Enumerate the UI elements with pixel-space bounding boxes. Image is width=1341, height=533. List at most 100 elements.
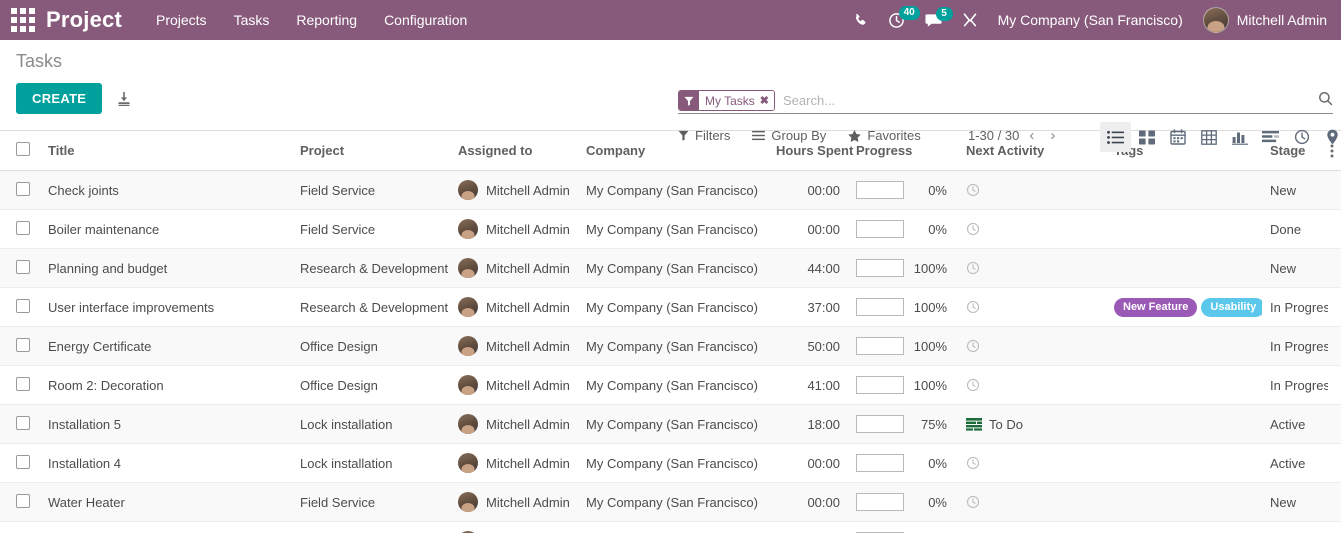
- view-button-list[interactable]: [1100, 122, 1131, 152]
- table-row[interactable]: Boiler maintenance Field Service Mitchel…: [0, 209, 1341, 249]
- import-button[interactable]: [116, 91, 132, 107]
- pager-previous-button[interactable]: ‹: [1023, 128, 1040, 143]
- table-row[interactable]: Planning and budget Research & Developme…: [0, 248, 1341, 288]
- cell-assigned-to: Mitchell Admin: [450, 482, 578, 522]
- filter-funnel-icon: [678, 130, 689, 141]
- app-brand-title[interactable]: Project: [46, 7, 122, 33]
- checkbox-icon[interactable]: [16, 220, 30, 235]
- next-activity-cell[interactable]: [966, 183, 1098, 197]
- checkbox-icon[interactable]: [16, 259, 30, 274]
- progress-bar: [856, 454, 904, 472]
- checkbox-icon[interactable]: [16, 493, 30, 508]
- column-header-project[interactable]: Project: [292, 131, 450, 171]
- next-activity-cell[interactable]: To Do: [966, 417, 1098, 432]
- user-menu-button[interactable]: Mitchell Admin: [1202, 7, 1327, 33]
- create-button[interactable]: CREATE: [16, 83, 103, 114]
- bars-icon: [752, 130, 766, 141]
- activities-button[interactable]: 40: [888, 5, 920, 29]
- cell-company: My Company (San Francisco): [578, 209, 768, 249]
- phone-button[interactable]: [853, 13, 868, 28]
- clock-icon: [966, 495, 980, 509]
- avatar: [1202, 7, 1229, 33]
- cell-tags: [1106, 248, 1262, 288]
- view-button-gantt[interactable]: [1255, 122, 1286, 152]
- search-box[interactable]: My Tasks ✖: [678, 88, 1333, 114]
- group-by-dropdown[interactable]: Group By: [752, 128, 826, 143]
- checkbox-icon[interactable]: [16, 142, 30, 156]
- company-switcher[interactable]: My Company (San Francisco): [998, 12, 1183, 28]
- cell-title: Installation 4: [40, 443, 292, 483]
- assigned-name: Mitchell Admin: [486, 299, 570, 315]
- pager-next-button[interactable]: ›: [1044, 128, 1061, 143]
- cell-company: My Company (San Francisco): [578, 248, 768, 288]
- view-button-kanban[interactable]: [1131, 122, 1162, 152]
- next-activity-cell[interactable]: [966, 300, 1098, 314]
- cell-next-activity: [958, 482, 1106, 522]
- tag-badge[interactable]: Usability: [1201, 297, 1262, 317]
- view-button-graph[interactable]: [1224, 122, 1255, 152]
- apps-menu-button[interactable]: [0, 0, 46, 40]
- calendar-view-icon: [1169, 129, 1186, 145]
- column-header-title[interactable]: Title: [40, 131, 292, 171]
- search-icon[interactable]: [1314, 91, 1333, 111]
- cell-project: Field Service: [292, 521, 450, 533]
- search-facet-my-tasks[interactable]: My Tasks ✖: [678, 90, 776, 111]
- checkbox-icon[interactable]: [16, 181, 30, 196]
- view-button-activity[interactable]: [1286, 122, 1317, 152]
- next-activity-cell[interactable]: [966, 378, 1098, 392]
- column-header-assigned-to[interactable]: Assigned to: [450, 131, 578, 171]
- nav-item-configuration[interactable]: Configuration: [384, 10, 467, 30]
- assigned-name: Mitchell Admin: [486, 221, 570, 237]
- view-button-pivot[interactable]: [1193, 122, 1224, 152]
- messages-button[interactable]: 5: [925, 6, 953, 28]
- progress-label: 0%: [928, 455, 947, 471]
- view-button-map[interactable]: [1317, 122, 1341, 152]
- table-row[interactable]: User interface improvements Research & D…: [0, 287, 1341, 327]
- checkbox-icon[interactable]: [16, 337, 30, 352]
- cell-tags: [1106, 365, 1262, 405]
- row-select-cell: [0, 482, 40, 522]
- checkbox-icon[interactable]: [16, 454, 30, 469]
- search-input[interactable]: [775, 93, 1314, 108]
- cell-next-activity: [958, 443, 1106, 483]
- cell-title: Installation 5: [40, 404, 292, 444]
- main-nav-links: Projects Tasks Reporting Configuration: [156, 10, 467, 30]
- next-activity-cell[interactable]: [966, 495, 1098, 509]
- filters-dropdown[interactable]: Filters: [678, 128, 730, 143]
- next-activity-cell[interactable]: [966, 222, 1098, 236]
- table-row[interactable]: Installation 5 Lock installation Mitchel…: [0, 404, 1341, 444]
- view-button-calendar[interactable]: [1162, 122, 1193, 152]
- favorites-label: Favorites: [867, 128, 921, 143]
- table-row[interactable]: Room 2: Decoration Office Design Mitchel…: [0, 365, 1341, 405]
- nav-item-tasks[interactable]: Tasks: [234, 10, 270, 30]
- developer-tools-button[interactable]: [962, 12, 978, 28]
- cell-assigned-to: Mitchell Admin: [450, 365, 578, 405]
- table-row[interactable]: Check joints Field Service Mitchell Admi…: [0, 170, 1341, 210]
- table-row[interactable]: Energy Certificate Office Design Mitchel…: [0, 326, 1341, 366]
- nav-item-reporting[interactable]: Reporting: [296, 10, 357, 30]
- checkbox-icon[interactable]: [16, 415, 30, 430]
- close-icon[interactable]: ✖: [760, 94, 769, 107]
- next-activity-cell[interactable]: [966, 261, 1098, 275]
- next-activity-cell[interactable]: [966, 456, 1098, 470]
- table-row[interactable]: Installation 4 Lock installation Mitchel…: [0, 443, 1341, 483]
- table-row[interactable]: Water Heater Field Service Mitchell Admi…: [0, 482, 1341, 522]
- list-view-icon: [1107, 130, 1124, 144]
- favorites-dropdown[interactable]: Favorites: [848, 128, 921, 143]
- next-activity-cell[interactable]: [966, 339, 1098, 353]
- checkbox-icon[interactable]: [16, 298, 30, 313]
- cell-progress: 0%: [848, 170, 958, 210]
- clock-icon: [966, 222, 980, 236]
- checkbox-icon[interactable]: [16, 376, 30, 391]
- cell-progress: 0%: [848, 209, 958, 249]
- assigned-name: Mitchell Admin: [486, 455, 570, 471]
- select-all-header: [0, 131, 40, 171]
- nav-item-projects[interactable]: Projects: [156, 10, 207, 30]
- task-list-view: Title Project Assigned to Company Hours …: [0, 131, 1341, 533]
- cell-options: [1328, 443, 1341, 483]
- table-row[interactable]: Install air extractor Field Service Mitc…: [0, 521, 1341, 533]
- cell-hours-spent: 18:00: [768, 404, 848, 444]
- progress-label: 0%: [928, 494, 947, 510]
- cell-next-activity: [958, 365, 1106, 405]
- tag-badge[interactable]: New Feature: [1114, 297, 1198, 317]
